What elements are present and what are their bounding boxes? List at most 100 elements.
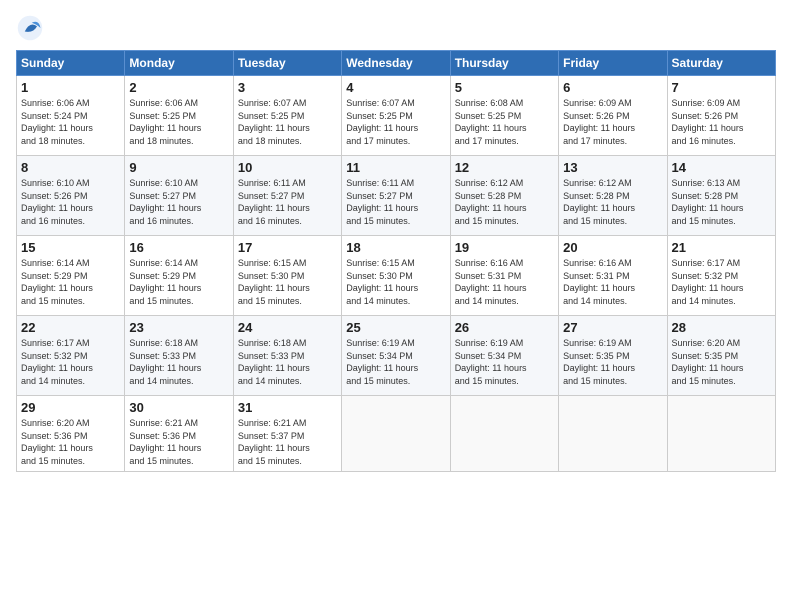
calendar-cell: 4 Sunrise: 6:07 AM Sunset: 5:25 PM Daylig… (342, 76, 450, 156)
day-info: Sunrise: 6:20 AM Sunset: 5:36 PM Dayligh… (21, 417, 120, 467)
day-info: Sunrise: 6:20 AM Sunset: 5:35 PM Dayligh… (672, 337, 771, 387)
day-number: 6 (563, 80, 662, 95)
calendar-table: SundayMondayTuesdayWednesdayThursdayFrid… (16, 50, 776, 472)
day-info: Sunrise: 6:11 AM Sunset: 5:27 PM Dayligh… (346, 177, 445, 227)
day-info: Sunrise: 6:21 AM Sunset: 5:36 PM Dayligh… (129, 417, 228, 467)
day-info: Sunrise: 6:07 AM Sunset: 5:25 PM Dayligh… (346, 97, 445, 147)
day-number: 3 (238, 80, 337, 95)
day-number: 24 (238, 320, 337, 335)
calendar-cell: 1 Sunrise: 6:06 AM Sunset: 5:24 PM Daylig… (17, 76, 125, 156)
day-number: 4 (346, 80, 445, 95)
calendar-week-2: 8 Sunrise: 6:10 AM Sunset: 5:26 PM Daylig… (17, 156, 776, 236)
day-number: 1 (21, 80, 120, 95)
day-info: Sunrise: 6:07 AM Sunset: 5:25 PM Dayligh… (238, 97, 337, 147)
calendar-cell (342, 396, 450, 472)
calendar-week-3: 15Sunrise: 6:14 AM Sunset: 5:29 PM Dayli… (17, 236, 776, 316)
day-number: 18 (346, 240, 445, 255)
day-number: 15 (21, 240, 120, 255)
calendar-cell: 11 Sunrise: 6:11 AM Sunset: 5:27 PM Dayli… (342, 156, 450, 236)
day-info: Sunrise: 6:17 AM Sunset: 5:32 PM Dayligh… (672, 257, 771, 307)
logo (16, 14, 48, 42)
day-info: Sunrise: 6:19 AM Sunset: 5:34 PM Dayligh… (346, 337, 445, 387)
day-number: 30 (129, 400, 228, 415)
day-number: 7 (672, 80, 771, 95)
day-info: Sunrise: 6:16 AM Sunset: 5:31 PM Dayligh… (563, 257, 662, 307)
day-number: 8 (21, 160, 120, 175)
calendar-cell: 25 Sunrise: 6:19 AM Sunset: 5:34 PM Dayli… (342, 316, 450, 396)
day-info: Sunrise: 6:12 AM Sunset: 5:28 PM Dayligh… (455, 177, 554, 227)
calendar-cell: 13 Sunrise: 6:12 AM Sunset: 5:28 PM Dayli… (559, 156, 667, 236)
calendar-week-4: 22 Sunrise: 6:17 AM Sunset: 5:32 PM Dayli… (17, 316, 776, 396)
day-number: 31 (238, 400, 337, 415)
day-info: Sunrise: 6:17 AM Sunset: 5:32 PM Dayligh… (21, 337, 120, 387)
calendar-cell: 12 Sunrise: 6:12 AM Sunset: 5:28 PM Dayli… (450, 156, 558, 236)
calendar-cell: 30 Sunrise: 6:21 AM Sunset: 5:36 PM Dayli… (125, 396, 233, 472)
day-info: Sunrise: 6:10 AM Sunset: 5:26 PM Dayligh… (21, 177, 120, 227)
header (16, 10, 776, 42)
day-number: 16 (129, 240, 228, 255)
day-number: 21 (672, 240, 771, 255)
day-info: Sunrise: 6:10 AM Sunset: 5:27 PM Dayligh… (129, 177, 228, 227)
day-number: 2 (129, 80, 228, 95)
calendar-cell (667, 396, 775, 472)
calendar-header-tuesday: Tuesday (233, 51, 341, 76)
day-number: 10 (238, 160, 337, 175)
calendar-cell: 23Sunrise: 6:18 AM Sunset: 5:33 PM Dayli… (125, 316, 233, 396)
calendar-cell: 2 Sunrise: 6:06 AM Sunset: 5:25 PM Daylig… (125, 76, 233, 156)
day-info: Sunrise: 6:15 AM Sunset: 5:30 PM Dayligh… (238, 257, 337, 307)
calendar-cell: 27 Sunrise: 6:19 AM Sunset: 5:35 PM Dayli… (559, 316, 667, 396)
calendar-week-1: 1 Sunrise: 6:06 AM Sunset: 5:24 PM Daylig… (17, 76, 776, 156)
day-info: Sunrise: 6:19 AM Sunset: 5:34 PM Dayligh… (455, 337, 554, 387)
day-info: Sunrise: 6:18 AM Sunset: 5:33 PM Dayligh… (238, 337, 337, 387)
day-info: Sunrise: 6:11 AM Sunset: 5:27 PM Dayligh… (238, 177, 337, 227)
day-number: 22 (21, 320, 120, 335)
calendar-header-monday: Monday (125, 51, 233, 76)
calendar-cell: 21 Sunrise: 6:17 AM Sunset: 5:32 PM Dayli… (667, 236, 775, 316)
day-number: 26 (455, 320, 554, 335)
day-number: 11 (346, 160, 445, 175)
day-info: Sunrise: 6:19 AM Sunset: 5:35 PM Dayligh… (563, 337, 662, 387)
calendar-cell: 14 Sunrise: 6:13 AM Sunset: 5:28 PM Dayli… (667, 156, 775, 236)
day-number: 20 (563, 240, 662, 255)
day-number: 28 (672, 320, 771, 335)
calendar-cell: 18Sunrise: 6:15 AM Sunset: 5:30 PM Dayli… (342, 236, 450, 316)
calendar-header-row: SundayMondayTuesdayWednesdayThursdayFrid… (17, 51, 776, 76)
day-info: Sunrise: 6:12 AM Sunset: 5:28 PM Dayligh… (563, 177, 662, 227)
day-number: 12 (455, 160, 554, 175)
calendar-cell: 26 Sunrise: 6:19 AM Sunset: 5:34 PM Dayli… (450, 316, 558, 396)
calendar-cell: 17 Sunrise: 6:15 AM Sunset: 5:30 PM Dayli… (233, 236, 341, 316)
day-number: 25 (346, 320, 445, 335)
day-number: 19 (455, 240, 554, 255)
day-info: Sunrise: 6:08 AM Sunset: 5:25 PM Dayligh… (455, 97, 554, 147)
day-number: 13 (563, 160, 662, 175)
calendar-header-thursday: Thursday (450, 51, 558, 76)
day-info: Sunrise: 6:18 AM Sunset: 5:33 PM Dayligh… (129, 337, 228, 387)
day-number: 17 (238, 240, 337, 255)
day-info: Sunrise: 6:06 AM Sunset: 5:24 PM Dayligh… (21, 97, 120, 147)
day-info: Sunrise: 6:09 AM Sunset: 5:26 PM Dayligh… (672, 97, 771, 147)
day-number: 9 (129, 160, 228, 175)
day-number: 27 (563, 320, 662, 335)
calendar-cell (450, 396, 558, 472)
calendar-header-friday: Friday (559, 51, 667, 76)
calendar-cell: 31 Sunrise: 6:21 AM Sunset: 5:37 PM Dayli… (233, 396, 341, 472)
calendar-cell: 8 Sunrise: 6:10 AM Sunset: 5:26 PM Daylig… (17, 156, 125, 236)
calendar-cell: 29Sunrise: 6:20 AM Sunset: 5:36 PM Dayli… (17, 396, 125, 472)
day-number: 14 (672, 160, 771, 175)
day-info: Sunrise: 6:21 AM Sunset: 5:37 PM Dayligh… (238, 417, 337, 467)
day-info: Sunrise: 6:16 AM Sunset: 5:31 PM Dayligh… (455, 257, 554, 307)
calendar-cell: 24 Sunrise: 6:18 AM Sunset: 5:33 PM Dayli… (233, 316, 341, 396)
day-info: Sunrise: 6:06 AM Sunset: 5:25 PM Dayligh… (129, 97, 228, 147)
day-number: 5 (455, 80, 554, 95)
calendar-cell: 6 Sunrise: 6:09 AM Sunset: 5:26 PM Daylig… (559, 76, 667, 156)
day-info: Sunrise: 6:09 AM Sunset: 5:26 PM Dayligh… (563, 97, 662, 147)
calendar-cell: 22 Sunrise: 6:17 AM Sunset: 5:32 PM Dayli… (17, 316, 125, 396)
calendar-cell (559, 396, 667, 472)
calendar-header-wednesday: Wednesday (342, 51, 450, 76)
calendar-cell: 16Sunrise: 6:14 AM Sunset: 5:29 PM Dayli… (125, 236, 233, 316)
day-info: Sunrise: 6:13 AM Sunset: 5:28 PM Dayligh… (672, 177, 771, 227)
page: SundayMondayTuesdayWednesdayThursdayFrid… (0, 0, 792, 482)
logo-icon (16, 14, 44, 42)
calendar-header-sunday: Sunday (17, 51, 125, 76)
calendar-week-5: 29Sunrise: 6:20 AM Sunset: 5:36 PM Dayli… (17, 396, 776, 472)
